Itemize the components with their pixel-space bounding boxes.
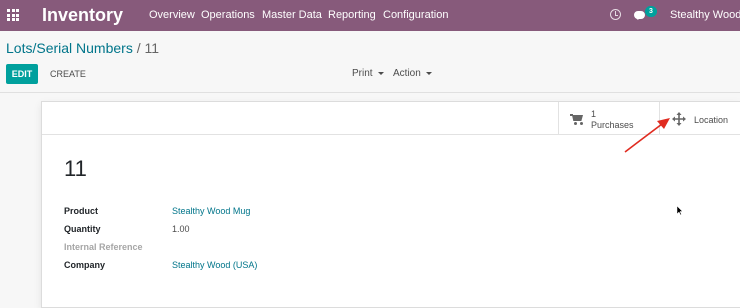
top-navbar: Inventory Overview Operations Master Dat…: [0, 0, 740, 31]
menu-operations[interactable]: Operations: [201, 8, 255, 22]
caret-down-icon: [425, 71, 432, 75]
company-label: Company: [64, 260, 106, 270]
location-smart-button[interactable]: Location: [659, 102, 740, 134]
chat-icon[interactable]: [634, 11, 645, 20]
user-menu[interactable]: Stealthy Wood (U: [670, 8, 740, 22]
edit-button[interactable]: EDIT: [6, 64, 38, 84]
menu-configuration[interactable]: Configuration: [383, 8, 448, 22]
breadcrumb: Lots/Serial Numbers / 11: [6, 40, 159, 56]
action-label: Action: [393, 68, 421, 79]
action-dropdown[interactable]: Action: [393, 68, 432, 80]
clock-icon[interactable]: [610, 9, 621, 20]
caret-down-icon: [377, 71, 384, 75]
breadcrumb-separator: /: [136, 40, 141, 56]
move-arrows-icon: [672, 112, 686, 126]
control-panel-divider: [0, 92, 740, 93]
form-sheet: 1 Purchases Location 11 Product Stealthy…: [41, 101, 740, 308]
print-dropdown[interactable]: Print: [352, 68, 384, 80]
breadcrumb-current: 11: [144, 40, 160, 56]
company-value-link[interactable]: Stealthy Wood (USA): [172, 260, 257, 271]
product-value-link[interactable]: Stealthy Wood Mug: [172, 206, 250, 217]
internal-reference-label: Internal Reference: [64, 242, 143, 252]
apps-grid-icon[interactable]: [7, 9, 19, 21]
smart-button-box: 1 Purchases Location: [42, 102, 740, 135]
menu-master-data[interactable]: Master Data: [262, 8, 322, 22]
quantity-value: 1.00: [172, 224, 190, 234]
purchases-label: Purchases: [591, 120, 634, 130]
menu-overview[interactable]: Overview: [149, 8, 195, 22]
purchases-count: 1: [591, 109, 597, 119]
chat-count-badge: 3: [645, 6, 657, 17]
purchases-smart-button[interactable]: 1 Purchases: [558, 102, 659, 134]
cart-icon: [570, 114, 584, 125]
print-label: Print: [352, 68, 373, 79]
quantity-label: Quantity: [64, 224, 101, 234]
create-button[interactable]: CREATE: [50, 69, 86, 80]
location-label: Location: [694, 115, 729, 125]
menu-reporting[interactable]: Reporting: [328, 8, 376, 22]
app-name[interactable]: Inventory: [42, 4, 123, 26]
product-label: Product: [64, 206, 99, 216]
record-title: 11: [64, 156, 87, 181]
breadcrumb-parent-link[interactable]: Lots/Serial Numbers: [6, 40, 133, 56]
